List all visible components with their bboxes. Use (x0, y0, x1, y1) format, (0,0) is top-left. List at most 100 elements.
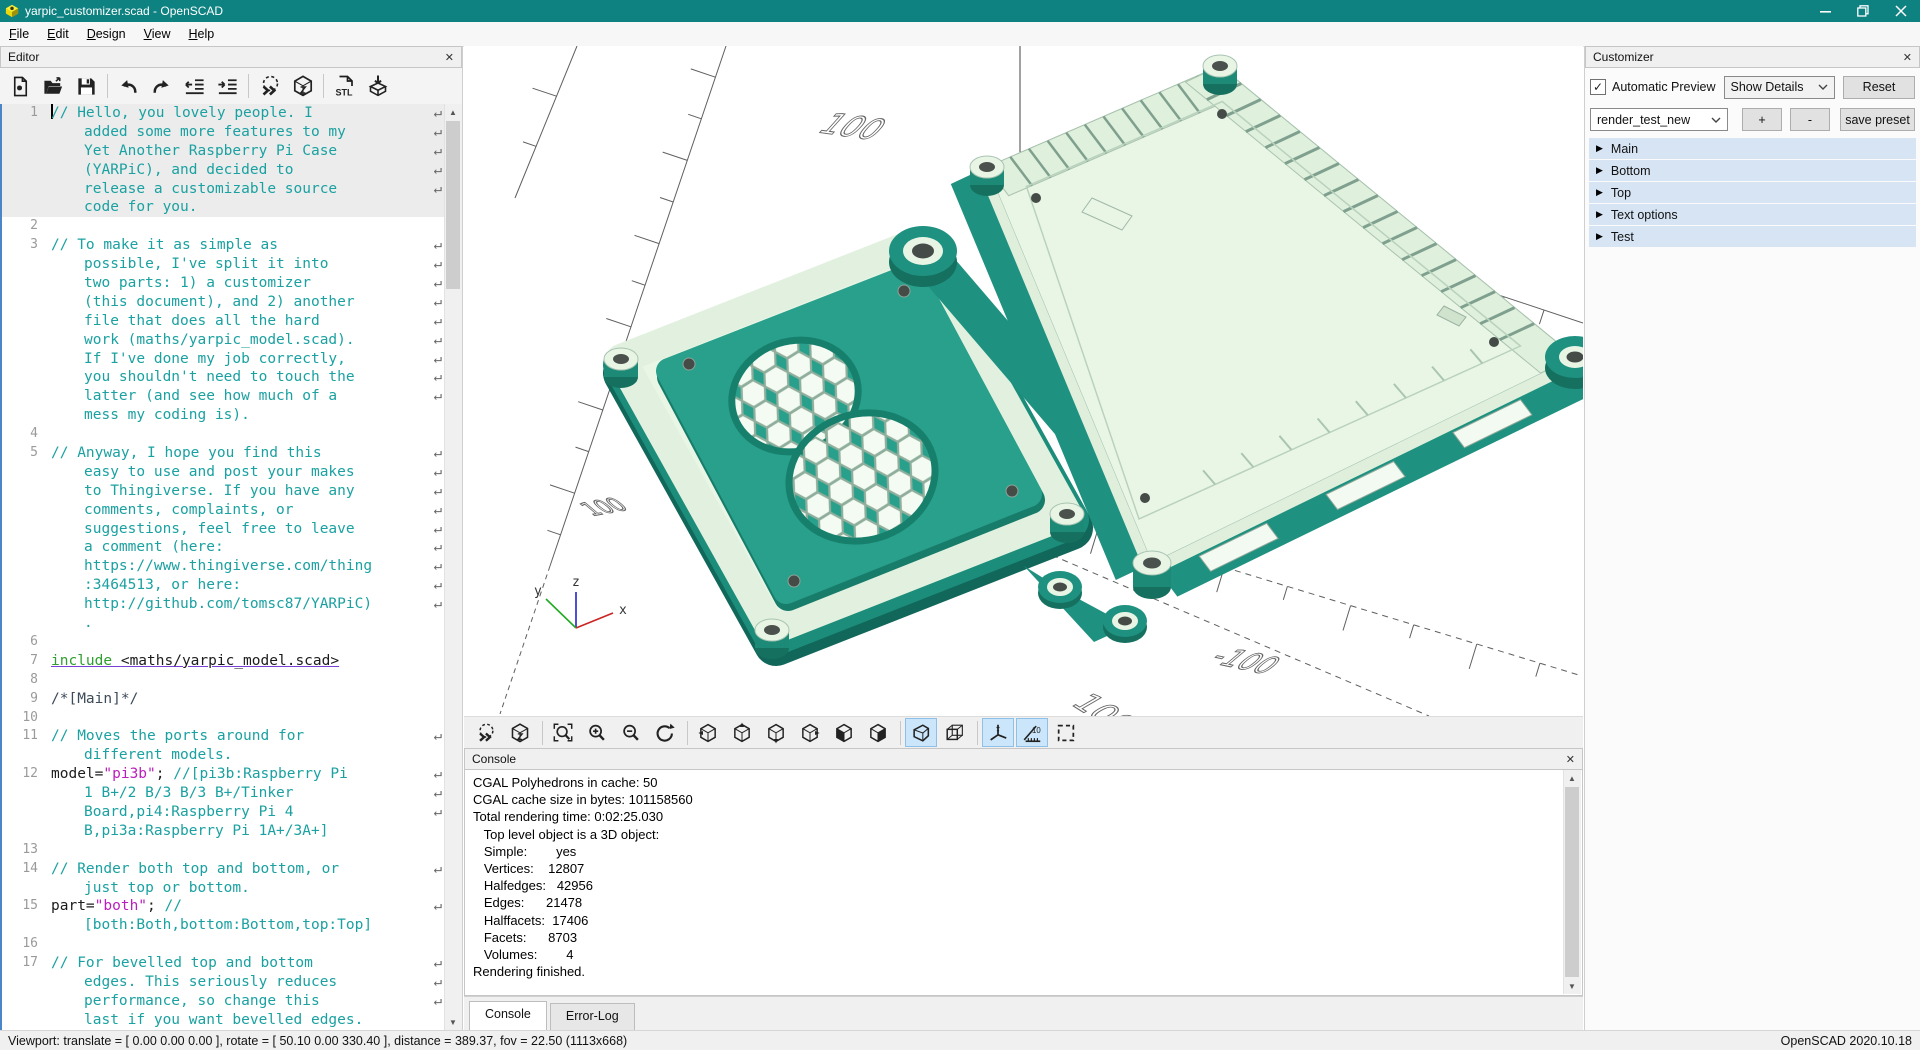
vp-render[interactable] (504, 718, 536, 747)
save-file-button[interactable] (70, 71, 103, 101)
editor-line-row[interactable]: 1 B+/2 B/3 B/3 B+/Tinker↵ (2, 784, 445, 803)
editor-line-row[interactable]: (YARPiC), and decided to↵ (2, 161, 445, 180)
scroll-up-icon[interactable]: ▲ (1564, 770, 1580, 786)
editor-line-row[interactable]: just top or bottom. (2, 879, 445, 898)
editor-line-row[interactable]: Yet Another Raspberry Pi Case↵ (2, 142, 445, 161)
menu-design[interactable]: Design (78, 24, 135, 44)
expander-icon[interactable]: ▶ (1596, 209, 1603, 220)
editor-scroll-thumb[interactable] (446, 121, 460, 289)
editor-line-row[interactable]: 15part="both"; //↵ (2, 897, 445, 916)
vp-zoom-all[interactable] (547, 718, 579, 747)
editor-line-row[interactable]: different models. (2, 746, 445, 765)
editor-line-row[interactable]: 9/*[Main]*/ (2, 690, 445, 709)
undo-button[interactable] (112, 71, 145, 101)
scroll-down-icon[interactable]: ▼ (1564, 978, 1580, 994)
vp-view-top[interactable] (726, 718, 758, 747)
editor-line-row[interactable]: 1// Hello, you lovely people. I↵ (2, 104, 445, 123)
export-stl-button[interactable] (328, 71, 361, 101)
editor-line-row[interactable]: [both:Both,bottom:Bottom,top:Top] (2, 916, 445, 935)
menu-view[interactable]: View (135, 24, 180, 44)
remove-preset-button[interactable]: - (1790, 108, 1830, 131)
customizer-close-icon[interactable]: ✕ (1903, 51, 1912, 64)
code-editor[interactable]: 1// Hello, you lovely people. I↵added so… (0, 104, 445, 1030)
vp-show-crosshairs[interactable] (1050, 718, 1082, 747)
editor-line-row[interactable]: easy to use and post your makes↵ (2, 463, 445, 482)
vp-zoom-out[interactable] (615, 718, 647, 747)
customizer-group-test[interactable]: ▶Test (1589, 226, 1916, 247)
editor-line-row[interactable]: a comment (here:↵ (2, 538, 445, 557)
open-file-button[interactable] (37, 71, 70, 101)
expander-icon[interactable]: ▶ (1596, 165, 1603, 176)
preset-dropdown[interactable]: render_test_new (1590, 108, 1728, 131)
editor-line-row[interactable]: If I've done my job correctly,↵ (2, 350, 445, 369)
3d-viewport[interactable]: 100 100 100 -100 (464, 46, 1583, 716)
vp-view-front[interactable] (828, 718, 860, 747)
editor-line-row[interactable]: code for you. (2, 198, 445, 217)
editor-line-row[interactable]: Board,pi4:Raspberry Pi 4↵ (2, 803, 445, 822)
vp-view-bottom[interactable] (760, 718, 792, 747)
editor-line-row[interactable]: :3464513, or here:↵ (2, 576, 445, 595)
vp-show-axes[interactable] (982, 718, 1014, 747)
new-file-button[interactable] (4, 71, 37, 101)
editor-line-row[interactable]: 7include <maths/yarpic_model.scad> (2, 652, 445, 671)
editor-line-row[interactable]: 4 (2, 425, 445, 444)
editor-scrollbar[interactable]: ▲ ▼ (444, 104, 462, 1030)
save-preset-button[interactable]: save preset (1840, 108, 1915, 131)
vp-view-back[interactable] (862, 718, 894, 747)
editor-line-row[interactable]: latter (and see how much of a↵ (2, 387, 445, 406)
expander-icon[interactable]: ▶ (1596, 187, 1603, 198)
editor-line-row[interactable]: 2 (2, 217, 445, 236)
add-preset-button[interactable]: + (1742, 108, 1782, 131)
customizer-group-bottom[interactable]: ▶Bottom (1589, 160, 1916, 181)
editor-line-row[interactable]: suggestions, feel free to leave↵ (2, 520, 445, 539)
scroll-up-icon[interactable]: ▲ (445, 104, 461, 120)
restore-button[interactable] (1844, 0, 1882, 22)
unindent-button[interactable] (178, 71, 211, 101)
editor-line-row[interactable]: edges. This seriously reduces↵ (2, 973, 445, 992)
editor-line-row[interactable]: https://www.thingiverse.com/thing↵ (2, 557, 445, 576)
redo-button[interactable] (145, 71, 178, 101)
scroll-down-icon[interactable]: ▼ (445, 1014, 461, 1030)
editor-line-row[interactable]: you shouldn't need to touch the↵ (2, 368, 445, 387)
export-model-button[interactable] (361, 71, 394, 101)
editor-close-icon[interactable]: ✕ (445, 51, 454, 64)
editor-line-row[interactable]: 10 (2, 709, 445, 728)
vp-view-left[interactable] (794, 718, 826, 747)
editor-line-row[interactable]: work (maths/yarpic_model.scad).↵ (2, 331, 445, 350)
customizer-group-main[interactable]: ▶Main (1589, 138, 1916, 159)
render-button[interactable] (286, 71, 319, 101)
editor-line-row[interactable]: 12model="pi3b"; //[pi3b:Raspberry Pi↵ (2, 765, 445, 784)
console-scroll-thumb[interactable] (1565, 787, 1579, 977)
editor-panel-header[interactable]: Editor ✕ (0, 46, 462, 68)
vp-perspective[interactable] (905, 718, 937, 747)
editor-line-row[interactable]: mess my coding is). (2, 406, 445, 425)
vp-preview[interactable] (470, 718, 502, 747)
console-close-icon[interactable]: ✕ (1566, 753, 1575, 766)
editor-line-row[interactable]: release a customizable source↵ (2, 180, 445, 199)
editor-line-row[interactable]: 16 (2, 935, 445, 954)
editor-line-row[interactable]: added some more features to my↵ (2, 123, 445, 142)
menu-edit[interactable]: Edit (38, 24, 78, 44)
console-output[interactable]: CGAL Polyhedrons in cache: 50CGAL cache … (464, 770, 1583, 996)
automatic-preview-checkbox[interactable]: ✓ (1590, 79, 1606, 95)
editor-line-row[interactable]: two parts: 1) a customizer↵ (2, 274, 445, 293)
minimize-button[interactable] (1806, 0, 1844, 22)
vp-zoom-in[interactable] (581, 718, 613, 747)
preview-button[interactable] (253, 71, 286, 101)
console-panel-header[interactable]: Console ✕ (464, 748, 1583, 770)
expander-icon[interactable]: ▶ (1596, 143, 1603, 154)
console-scrollbar[interactable]: ▲ ▼ (1563, 770, 1581, 994)
editor-line-row[interactable]: (this document), and 2) another↵ (2, 293, 445, 312)
vp-show-scale-markers[interactable] (1016, 718, 1048, 747)
details-dropdown[interactable]: Show Details (1724, 76, 1835, 99)
editor-line-row[interactable]: 14// Render both top and bottom, or↵ (2, 860, 445, 879)
editor-line-row[interactable]: http://github.com/tomsc87/YARPiC)↵ (2, 595, 445, 614)
vp-view-right[interactable] (692, 718, 724, 747)
tab-console[interactable]: Console (469, 1001, 547, 1030)
indent-button[interactable] (211, 71, 244, 101)
vp-reset-view[interactable] (649, 718, 681, 747)
reset-button[interactable]: Reset (1843, 76, 1915, 99)
editor-line-row[interactable]: . (2, 614, 445, 633)
vp-orthogonal[interactable] (939, 718, 971, 747)
editor-line-row[interactable]: 11// Moves the ports around for↵ (2, 727, 445, 746)
